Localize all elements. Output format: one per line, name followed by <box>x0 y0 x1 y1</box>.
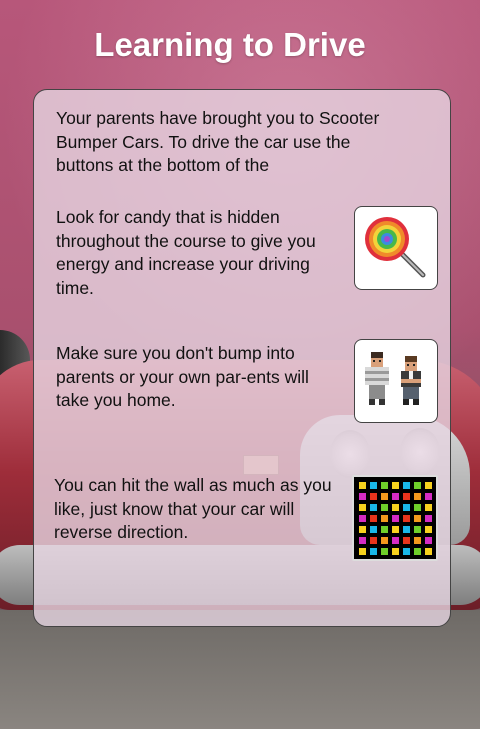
wall-block <box>370 537 377 544</box>
wall-block <box>414 537 421 544</box>
wall-block <box>425 537 432 544</box>
wall-block <box>425 526 432 533</box>
wall-block <box>414 515 421 522</box>
wall-block <box>392 548 399 555</box>
wall-block <box>359 493 366 500</box>
wall-block <box>425 548 432 555</box>
wall-block <box>392 526 399 533</box>
wall-block <box>381 537 388 544</box>
wall-block <box>403 482 410 489</box>
wall-block <box>359 548 366 555</box>
wall-block <box>381 548 388 555</box>
wall-block <box>403 537 410 544</box>
wall-block <box>425 482 432 489</box>
wall-block <box>403 548 410 555</box>
wall-block <box>414 504 421 511</box>
wall-block <box>370 515 377 522</box>
wall-block <box>359 482 366 489</box>
wall-block <box>392 537 399 544</box>
wall-block <box>370 526 377 533</box>
wall-block <box>370 482 377 489</box>
wall-block <box>370 504 377 511</box>
page-title: Learning to Drive <box>94 26 366 63</box>
wall-block <box>414 548 421 555</box>
wall-block <box>370 493 377 500</box>
candy-text: Look for candy that is hidden throughout… <box>56 207 316 298</box>
wall-block <box>381 493 388 500</box>
wall-text: You can hit the wall as much as you like… <box>54 475 332 542</box>
lollipop-icon <box>354 206 438 290</box>
wall-block <box>403 526 410 533</box>
intro-text: Your parents have brought you to Scooter… <box>56 108 380 175</box>
wall-block <box>403 493 410 500</box>
wall-block <box>414 526 421 533</box>
wall-block <box>403 515 410 522</box>
wall-block <box>392 515 399 522</box>
wall-block <box>359 515 366 522</box>
wall-block <box>425 504 432 511</box>
background-floor <box>0 610 480 729</box>
wall-block <box>414 482 421 489</box>
wall-block <box>392 504 399 511</box>
wall-block <box>370 548 377 555</box>
wall-grid-icon <box>352 475 438 561</box>
wall-block <box>381 482 388 489</box>
wall-block <box>392 482 399 489</box>
wall-block <box>425 493 432 500</box>
wall-block <box>359 537 366 544</box>
instructions-panel[interactable]: Your parents have brought you to Scooter… <box>33 89 451 627</box>
wall-block <box>359 504 366 511</box>
wall-block <box>414 493 421 500</box>
wall-block <box>403 504 410 511</box>
wall-block <box>359 526 366 533</box>
wall-block <box>381 504 388 511</box>
wall-block <box>381 526 388 533</box>
wall-block <box>425 515 432 522</box>
parents-text: Make sure you don't bump into parents or… <box>56 343 309 410</box>
parents-icon <box>354 339 438 423</box>
wall-block <box>381 515 388 522</box>
wall-block <box>392 493 399 500</box>
